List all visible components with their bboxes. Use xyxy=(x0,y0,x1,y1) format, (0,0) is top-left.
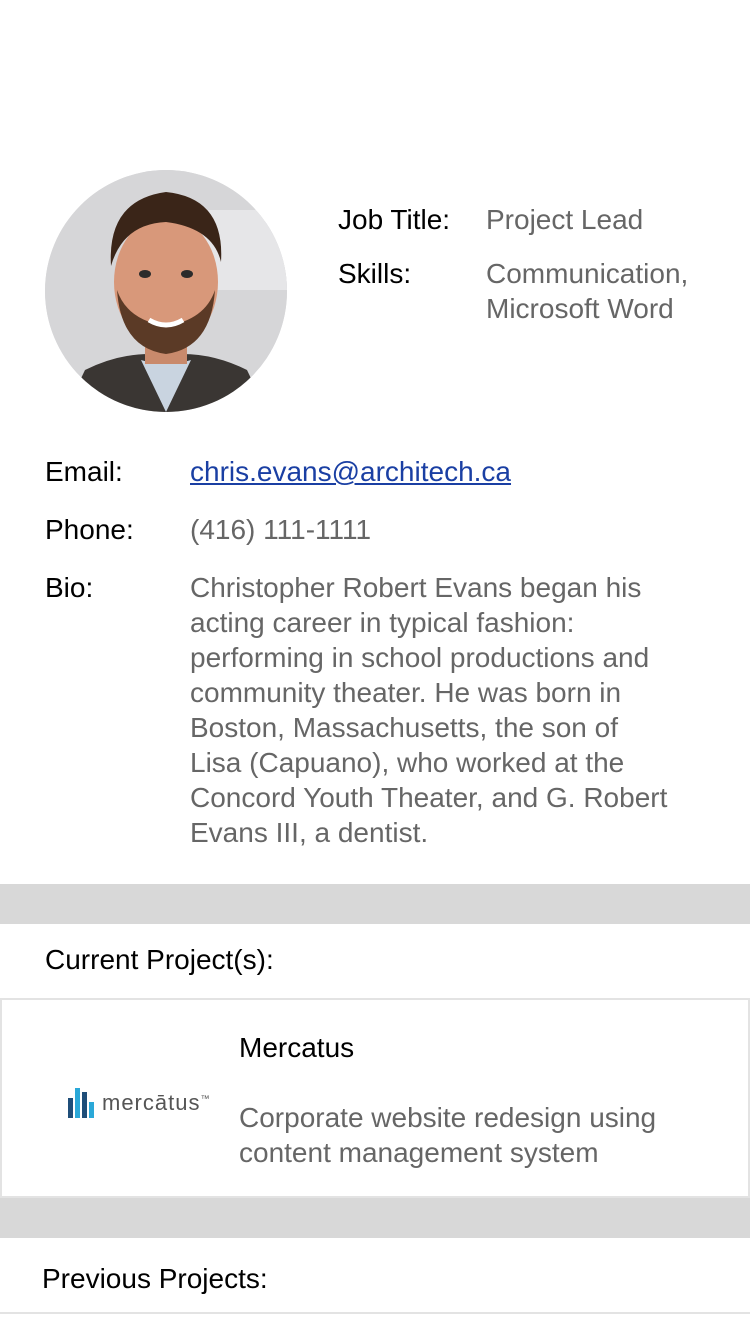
bio-line: Christopher Robert Evans began his xyxy=(190,572,642,603)
skills-value: Communication, Microsoft Word xyxy=(486,256,726,326)
bio-line: community theater. He was born in xyxy=(190,677,622,708)
bio-line: Boston, Massachusetts, the son of xyxy=(190,712,619,743)
skills-row: Skills: Communication, Microsoft Word xyxy=(338,256,726,326)
current-projects-title: Current Project(s): xyxy=(45,944,274,975)
bio-text: Christopher Robert Evans began his actin… xyxy=(190,570,715,850)
email-row: Email: chris.evans@architech.ca xyxy=(45,454,715,489)
bio-label: Bio: xyxy=(45,572,94,603)
avatar xyxy=(45,170,287,412)
email-link[interactable]: chris.evans@architech.ca xyxy=(190,454,715,489)
bio-row: Bio: Christopher Robert Evans began his … xyxy=(45,570,715,850)
bio-line: Lisa (Capuano), who worked at the xyxy=(190,747,625,778)
project-name: Mercatus xyxy=(239,1032,355,1063)
section-divider xyxy=(0,884,750,924)
profile-page: Job Title: Project Lead Skills: Communic… xyxy=(0,0,750,1334)
project-card[interactable]: mercātus™ Mercatus Corporate website red… xyxy=(0,998,750,1198)
job-title-label: Job Title: xyxy=(338,204,451,235)
skills-line: Communication, xyxy=(486,258,689,289)
phone-label: Phone: xyxy=(45,514,134,545)
skills-label: Skills: xyxy=(338,258,412,289)
section-divider xyxy=(0,1198,750,1238)
bio-line: performing in school productions and xyxy=(190,642,650,673)
bio-line: Concord Youth Theater, and G. Robert xyxy=(190,782,668,813)
previous-projects-title: Previous Projects: xyxy=(42,1263,268,1294)
bio-line: acting career in typical fashion: xyxy=(190,607,575,638)
previous-project-card[interactable] xyxy=(0,1312,750,1334)
bio-line: Evans III, a dentist. xyxy=(190,817,429,848)
project-description: Corporate website redesign using content… xyxy=(239,1102,657,1168)
skills-line: Microsoft Word xyxy=(486,293,674,324)
profile-photo xyxy=(45,170,287,412)
logo-wordmark: mercātus xyxy=(102,1090,201,1115)
mercatus-logo-icon xyxy=(68,1088,94,1118)
job-title-row: Job Title: Project Lead xyxy=(338,202,726,237)
phone-row: Phone: (416) 111-1111 xyxy=(45,512,715,547)
job-title-value: Project Lead xyxy=(486,204,644,235)
mercatus-logo: mercātus™ xyxy=(68,1086,228,1120)
phone-value: (416) 111-1111 xyxy=(190,514,372,545)
trademark-mark: ™ xyxy=(200,1093,211,1104)
email-label: Email: xyxy=(45,456,123,487)
mercatus-logo-text: mercātus™ xyxy=(102,1090,210,1116)
